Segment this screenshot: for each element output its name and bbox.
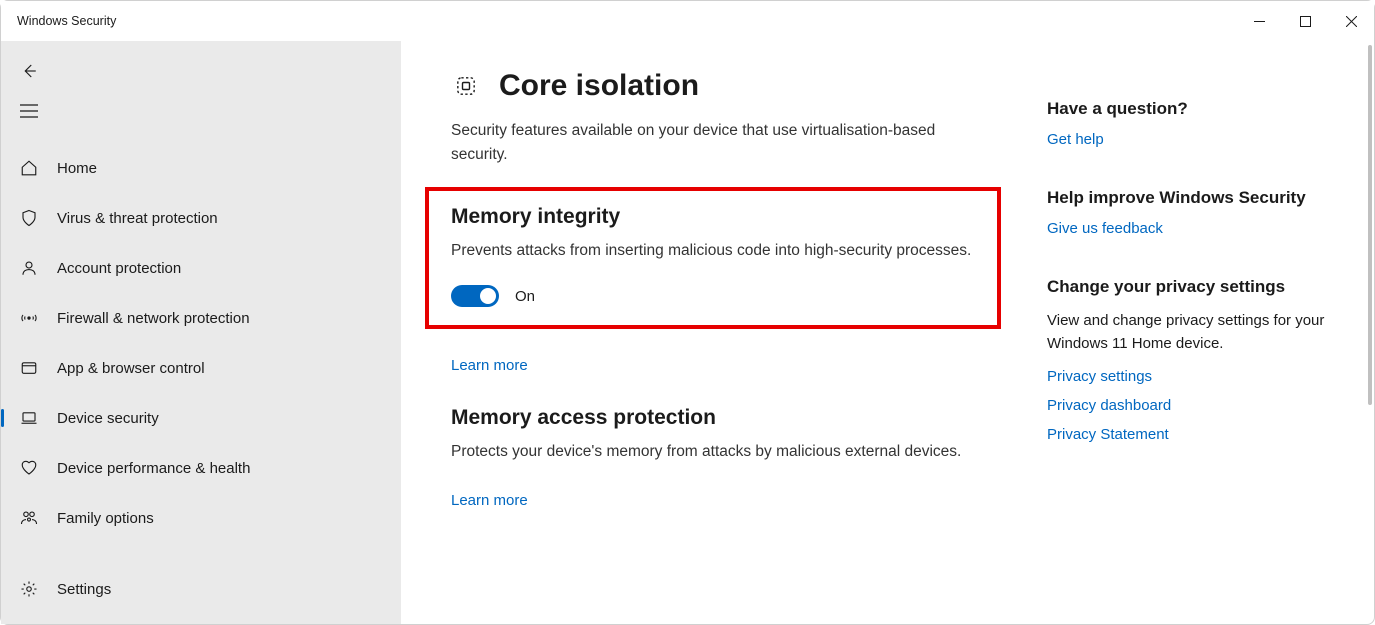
gear-icon bbox=[19, 580, 39, 598]
sidebar-item-label: Firewall & network protection bbox=[57, 310, 250, 327]
home-icon bbox=[19, 159, 39, 177]
maximize-button[interactable] bbox=[1282, 1, 1328, 41]
hamburger-button[interactable] bbox=[5, 91, 53, 131]
window-controls bbox=[1236, 1, 1374, 41]
memory-access-description: Protects your device's memory from attac… bbox=[451, 440, 991, 464]
aux-privacy-head: Change your privacy settings bbox=[1047, 277, 1350, 297]
laptop-icon bbox=[19, 409, 39, 427]
window-title: Windows Security bbox=[17, 14, 116, 28]
memory-integrity-title: Memory integrity bbox=[451, 205, 975, 229]
sidebar-item-label: Virus & threat protection bbox=[57, 210, 218, 227]
sidebar-item-label: Device performance & health bbox=[57, 460, 250, 477]
sidebar-item-home[interactable]: Home bbox=[1, 143, 401, 193]
memory-integrity-learn-more-link[interactable]: Learn more bbox=[451, 357, 528, 374]
sidebar-item-label: App & browser control bbox=[57, 360, 205, 377]
sidebar-item-label: Account protection bbox=[57, 260, 181, 277]
sidebar-item-account[interactable]: Account protection bbox=[1, 243, 401, 293]
sidebar-item-app-browser[interactable]: App & browser control bbox=[1, 343, 401, 393]
toggle-knob bbox=[480, 288, 496, 304]
privacy-dashboard-link[interactable]: Privacy dashboard bbox=[1047, 397, 1350, 414]
family-icon bbox=[19, 509, 39, 527]
nav-list: Home Virus & threat protection Account p… bbox=[1, 143, 401, 543]
memory-access-learn-more-link[interactable]: Learn more bbox=[451, 492, 528, 509]
memory-integrity-toggle-state: On bbox=[515, 288, 535, 305]
main-content: Core isolation Security features availab… bbox=[401, 41, 1374, 624]
memory-access-section: Memory access protection Protects your d… bbox=[451, 406, 991, 509]
page-title: Core isolation bbox=[499, 69, 699, 103]
page-description: Security features available on your devi… bbox=[451, 119, 991, 167]
memory-integrity-description: Prevents attacks from inserting maliciou… bbox=[451, 239, 975, 263]
minimize-button[interactable] bbox=[1236, 1, 1282, 41]
sidebar-item-performance[interactable]: Device performance & health bbox=[1, 443, 401, 493]
sidebar-item-firewall[interactable]: Firewall & network protection bbox=[1, 293, 401, 343]
heart-icon bbox=[19, 459, 39, 477]
sidebar-item-virus[interactable]: Virus & threat protection bbox=[1, 193, 401, 243]
back-button[interactable] bbox=[5, 51, 53, 91]
memory-integrity-toggle[interactable] bbox=[451, 285, 499, 307]
feedback-link[interactable]: Give us feedback bbox=[1047, 220, 1350, 237]
scrollbar[interactable] bbox=[1368, 45, 1372, 405]
person-icon bbox=[19, 259, 39, 277]
chip-icon bbox=[451, 71, 481, 101]
shield-icon bbox=[19, 209, 39, 227]
sidebar-item-label: Family options bbox=[57, 510, 154, 527]
sidebar-item-label: Device security bbox=[57, 410, 159, 427]
sidebar-item-label: Settings bbox=[57, 581, 111, 598]
sidebar-item-label: Home bbox=[57, 160, 97, 177]
signal-icon bbox=[19, 309, 39, 327]
close-button[interactable] bbox=[1328, 1, 1374, 41]
aux-improve-head: Help improve Windows Security bbox=[1047, 188, 1350, 208]
titlebar: Windows Security bbox=[1, 1, 1374, 41]
privacy-statement-link[interactable]: Privacy Statement bbox=[1047, 426, 1350, 443]
aux-privacy-text: View and change privacy settings for you… bbox=[1047, 309, 1350, 356]
memory-access-title: Memory access protection bbox=[451, 406, 991, 430]
privacy-settings-link[interactable]: Privacy settings bbox=[1047, 368, 1350, 385]
get-help-link[interactable]: Get help bbox=[1047, 131, 1350, 148]
memory-integrity-section: Memory integrity Prevents attacks from i… bbox=[425, 187, 1001, 329]
sidebar-item-family[interactable]: Family options bbox=[1, 493, 401, 543]
window-icon bbox=[19, 359, 39, 377]
sidebar: Home Virus & threat protection Account p… bbox=[1, 41, 401, 624]
aux-question-head: Have a question? bbox=[1047, 99, 1350, 119]
sidebar-item-settings[interactable]: Settings bbox=[1, 564, 401, 614]
sidebar-item-device-security[interactable]: Device security bbox=[1, 393, 401, 443]
